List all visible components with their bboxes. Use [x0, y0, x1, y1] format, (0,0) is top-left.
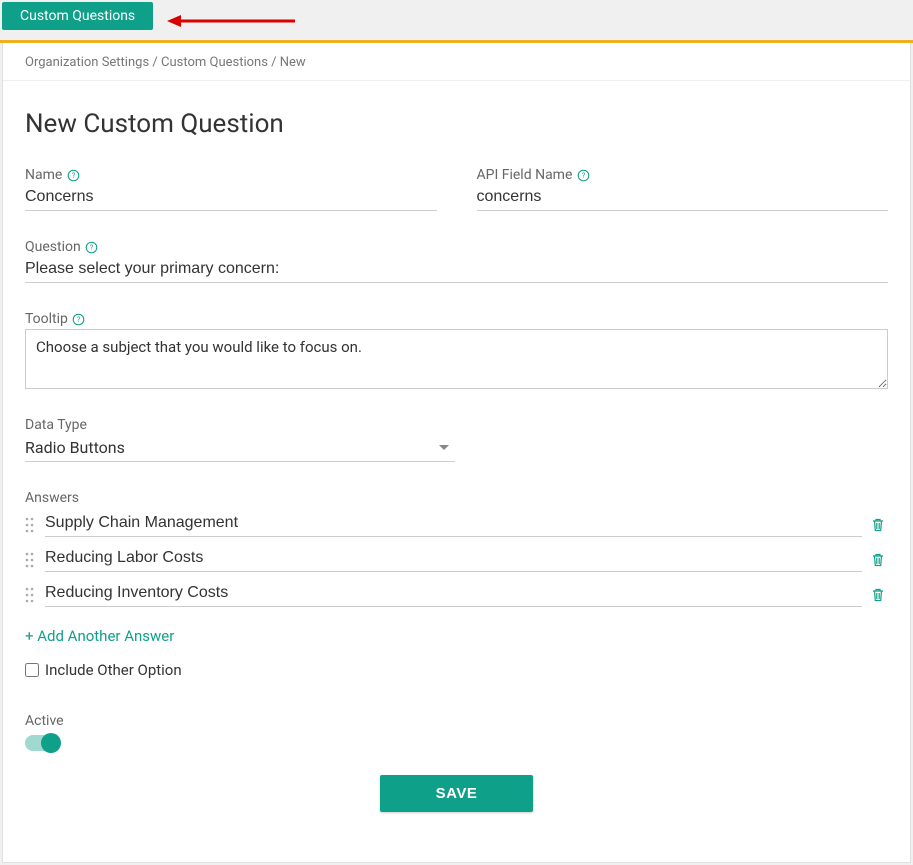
tooltip-textarea[interactable] — [25, 329, 888, 389]
svg-text:?: ? — [72, 170, 76, 179]
svg-text:?: ? — [582, 170, 586, 179]
data-type-select[interactable]: Radio Buttons — [25, 435, 455, 462]
breadcrumb: Organization Settings / Custom Questions… — [3, 43, 910, 81]
page-title: New Custom Question — [25, 109, 888, 139]
help-circle-icon[interactable]: ? — [85, 240, 99, 254]
svg-text:?: ? — [90, 242, 94, 251]
answer-row — [25, 512, 888, 537]
save-button[interactable]: SAVE — [380, 775, 534, 812]
tab-custom-questions[interactable]: Custom Questions — [2, 2, 153, 30]
answer-input[interactable] — [45, 512, 862, 537]
drag-handle-icon[interactable] — [25, 586, 37, 604]
name-input[interactable] — [25, 185, 437, 211]
help-circle-icon[interactable]: ? — [72, 312, 86, 326]
question-input[interactable] — [25, 257, 888, 283]
add-answer-link[interactable]: + Add Another Answer — [25, 627, 174, 645]
api-field-label: API Field Name — [477, 167, 573, 183]
breadcrumb-sep: / — [152, 55, 161, 70]
include-other-label: Include Other Option — [45, 661, 182, 679]
answer-input[interactable] — [45, 582, 862, 607]
active-label: Active — [25, 713, 888, 729]
active-toggle[interactable] — [25, 735, 59, 751]
drag-handle-icon[interactable] — [25, 516, 37, 534]
breadcrumb-custom-questions[interactable]: Custom Questions — [161, 55, 268, 70]
breadcrumb-sep: / — [271, 55, 280, 70]
pointer-arrow — [165, 12, 305, 34]
include-other-checkbox[interactable] — [25, 663, 39, 677]
api-field-input[interactable] — [477, 185, 889, 211]
answers-label: Answers — [25, 490, 888, 506]
drag-handle-icon[interactable] — [25, 551, 37, 569]
name-label: Name — [25, 167, 62, 183]
data-type-label: Data Type — [25, 417, 87, 433]
breadcrumb-org-settings[interactable]: Organization Settings — [25, 55, 149, 70]
svg-text:?: ? — [77, 314, 81, 323]
breadcrumb-current: New — [280, 55, 306, 70]
trash-icon[interactable] — [870, 517, 888, 533]
trash-icon[interactable] — [870, 552, 888, 568]
help-circle-icon[interactable]: ? — [66, 168, 80, 182]
tooltip-label: Tooltip — [25, 311, 68, 327]
answer-row — [25, 582, 888, 607]
toggle-knob — [41, 733, 61, 753]
question-label: Question — [25, 239, 81, 255]
trash-icon[interactable] — [870, 587, 888, 603]
answer-row — [25, 547, 888, 572]
answer-input[interactable] — [45, 547, 862, 572]
data-type-value: Radio Buttons — [25, 438, 125, 457]
chevron-down-icon — [439, 445, 449, 450]
help-circle-icon[interactable]: ? — [576, 168, 590, 182]
